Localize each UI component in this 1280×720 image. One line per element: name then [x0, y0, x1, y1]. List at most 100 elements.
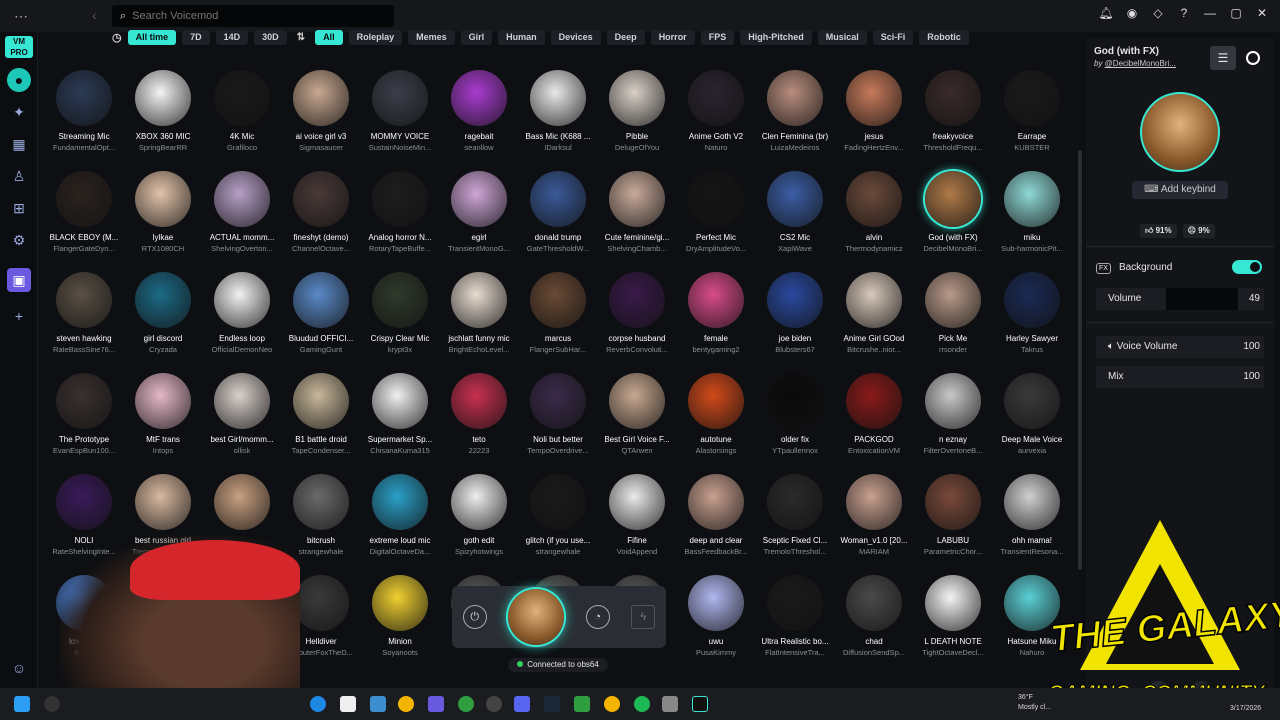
voice-card[interactable]: Crispy Clear Mic krypt3x [360, 272, 440, 354]
voice-card[interactable]: autotune Alastorsings [676, 373, 756, 455]
lightning-icon[interactable]: ϟ [631, 605, 656, 629]
search-box[interactable]: ⌕ [112, 5, 394, 27]
voice-card[interactable]: Minion Soyanoots [360, 575, 440, 657]
voice-card[interactable]: God (with FX) DecibelMonoBri... [913, 171, 993, 253]
xbox-app-icon[interactable] [574, 696, 590, 712]
mail-icon[interactable] [370, 696, 386, 712]
filter-chip[interactable]: Devices [550, 30, 601, 45]
record-icon[interactable] [1246, 51, 1260, 65]
add-icon[interactable]: + [7, 304, 31, 328]
voice-card[interactable]: best Girl/momm... ollisk [202, 373, 282, 455]
voice-card[interactable]: girl discord Cryzada [123, 272, 203, 354]
mic-icon[interactable]: ● [7, 68, 31, 92]
voice-card[interactable]: ACTUAL momm... ShelvingOverton... [202, 171, 282, 253]
settings-icon[interactable]: ⚙ [7, 228, 31, 252]
discord-taskbar-icon[interactable] [514, 696, 530, 712]
chrome2-icon[interactable] [604, 696, 620, 712]
voice-card[interactable]: PACKGOD EntoxicationVM [834, 373, 914, 455]
voice-card[interactable]: Anime Girl GOod Bitcrushe..nior... [834, 272, 914, 354]
voice-card[interactable]: Bass Mic (K688 ... IDarksul [518, 70, 598, 152]
voice-card[interactable]: uwu PusaKimmy [676, 575, 756, 657]
back-chevron-icon[interactable]: ‹ [92, 7, 97, 23]
voice-card[interactable]: lylkae RTX1080CH [123, 171, 203, 253]
voice-card[interactable]: corpse husband ReverbConvoluti... [597, 272, 677, 354]
taskbar-search-icon[interactable] [44, 696, 60, 712]
scrollbar[interactable] [1078, 150, 1082, 570]
voice-card[interactable]: n eznay FilterOvertoneB... [913, 373, 993, 455]
filter-chip[interactable]: Musical [817, 30, 867, 45]
voice-card[interactable]: Pick Me rrsonder [913, 272, 993, 354]
active-voice-avatar[interactable] [508, 589, 565, 645]
voice-card[interactable]: Fifine VoidAppend [597, 474, 677, 556]
voice-card[interactable]: extreme loud mic DigitalOctaveDa... [360, 474, 440, 556]
voice-card[interactable]: jschlatt funny mic BrightEchoLevel... [439, 272, 519, 354]
voice-card[interactable]: Pibble DelugeOfYou [597, 70, 677, 152]
user-icon[interactable]: ☺ [7, 656, 31, 680]
voice-card[interactable]: The Prototype EvanEspBun100... [44, 373, 124, 455]
apps-icon[interactable]: ▦ [7, 132, 31, 156]
app-icon[interactable] [486, 696, 502, 712]
voice-card[interactable]: goth edit Spizyhotwings [439, 474, 519, 556]
filter-chip[interactable]: Memes [408, 30, 455, 45]
voice-card[interactable]: joe biden Blubsters67 [755, 272, 835, 354]
like-button[interactable]: 👍︎ 91% [1140, 224, 1177, 238]
maximize-icon[interactable]: ▢ [1228, 6, 1244, 20]
soundboard-icon[interactable]: ♙ [7, 164, 31, 188]
teams-icon[interactable] [428, 696, 444, 712]
voice-card[interactable]: Earrape KUBSTER [992, 70, 1072, 152]
voice-card[interactable]: glitch (if you use... strangewhale [518, 474, 598, 556]
filter-chip[interactable]: All [315, 30, 343, 45]
voice-card[interactable]: BLACK EBOY (M... FlangerGateDyn... [44, 171, 124, 253]
voice-card[interactable]: LABUBU ParametricChor... [913, 474, 993, 556]
voice-card[interactable]: CS2 Mic XapiWave [755, 171, 835, 253]
steam-icon[interactable] [544, 696, 560, 712]
filter-chip[interactable]: 14D [215, 30, 249, 45]
voice-card[interactable]: Noli but better TempoOverdrive... [518, 373, 598, 455]
voice-card[interactable]: ai voice girl v3 Sigmasaucer [281, 70, 361, 152]
voice-card[interactable]: Clen Feminina (br) LuizaMedeiros [755, 70, 835, 152]
filter-chip[interactable]: 7D [182, 30, 210, 45]
filter-chip[interactable]: Deep [606, 30, 645, 45]
filter-chip[interactable]: Human [498, 30, 545, 45]
gift-icon[interactable]: ⊞ [7, 196, 31, 220]
voice-card[interactable]: Streaming Mic FundamentalOpt... [44, 70, 124, 152]
voice-card[interactable]: donald trump GateThresholdW... [518, 171, 598, 253]
voice-card[interactable]: Anime Goth V2 Naturo [676, 70, 756, 152]
minimize-icon[interactable]: — [1202, 6, 1218, 20]
sliders-icon[interactable]: ☰ [1210, 46, 1236, 70]
voice-card[interactable]: MtF trans Intops [123, 373, 203, 455]
chrome-icon[interactable] [398, 696, 414, 712]
voice-card[interactable]: Analog horror N... RotaryTapeBuffe... [360, 171, 440, 253]
voice-card[interactable]: chad DiffusionSendSp... [834, 575, 914, 657]
voice-card[interactable]: L DEATH NOTE TightOctaveDecl... [913, 575, 993, 657]
dislike-button[interactable]: ☹ 9% [1182, 224, 1215, 238]
voice-card[interactable]: Ultra Realistic bo... FlatIntensiveTra... [755, 575, 835, 657]
voice-card[interactable]: alvin Thermodynamicz [834, 171, 914, 253]
voice-card[interactable]: freakyvoice ThresholdFrequ... [913, 70, 993, 152]
mix-slider[interactable]: Mix 100 [1096, 366, 1264, 388]
voice-card[interactable]: ragebait seanllow [439, 70, 519, 152]
filter-chip[interactable]: High-Pitched [740, 30, 812, 45]
filter-chip[interactable]: Horror [650, 30, 695, 45]
filter-chip[interactable]: Girl [460, 30, 493, 45]
filter-chip[interactable]: Roleplay [348, 30, 403, 45]
discord-icon[interactable]: ◉ [1124, 6, 1140, 20]
voice-card[interactable]: jesus FadingHertzEnv... [834, 70, 914, 152]
voice-card[interactable]: Supermarket Sp... ChisanaKuma315 [360, 373, 440, 455]
voice-card[interactable]: Cute feminine/gi... ShelvingChamb... [597, 171, 677, 253]
voice-card[interactable]: egirl TransientMonoG... [439, 171, 519, 253]
edge-icon[interactable] [310, 696, 326, 712]
voice-card[interactable]: Harley Sawyer Takrus [992, 272, 1072, 354]
author-link[interactable]: @DecibelMonoBri... [1105, 59, 1176, 68]
menu-dots-icon[interactable]: ⋯ [14, 8, 28, 25]
filter-chip[interactable]: 30D [254, 30, 287, 45]
background-toggle[interactable] [1232, 260, 1262, 274]
filter-chip[interactable]: Robotic [919, 30, 969, 45]
voice-card[interactable]: female bentygaming2 [676, 272, 756, 354]
voice-card[interactable]: Deep Male Voice aurvexia [992, 373, 1072, 455]
tag-icon[interactable]: ◇ [1150, 6, 1166, 20]
filter-chip[interactable]: Sci-Fi [872, 30, 914, 45]
voice-card[interactable]: Bluudud OFFICI... GamingGunt [281, 272, 361, 354]
close-icon[interactable]: ✕ [1254, 6, 1270, 20]
help-icon[interactable]: ? [1176, 6, 1192, 20]
